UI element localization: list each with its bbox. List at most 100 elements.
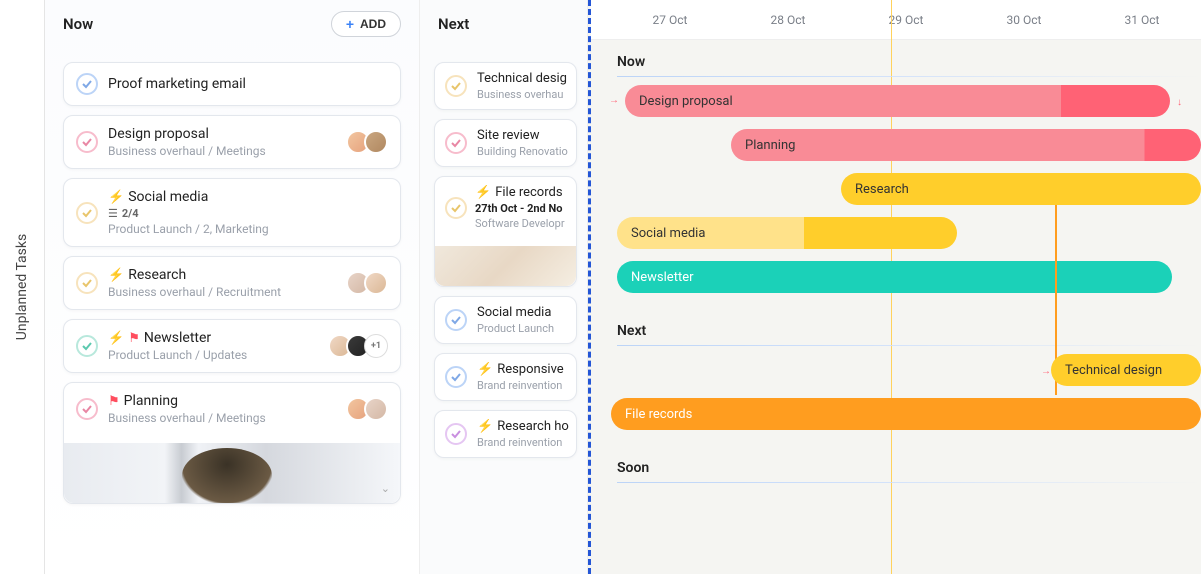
task-card[interactable]: ⚡ Social media ☰ 2/4 Product Launch / 2, M…	[63, 178, 401, 247]
task-sub: Business overhaul / Meetings	[108, 411, 342, 425]
task-title: Research ho	[497, 419, 569, 434]
bar-label: File records	[625, 407, 692, 422]
dependency-arrow-icon: ↓	[1177, 97, 1182, 108]
task-sub: Building Renovatio	[477, 145, 568, 158]
task-progress: 2/4	[122, 207, 139, 220]
task-card[interactable]: ⚡ Responsive Brand reinvention	[434, 353, 577, 401]
gantt-bar[interactable]: Design proposal↓	[625, 85, 1170, 117]
section-header: Next	[617, 323, 1201, 339]
task-sub: Product Launch / 2, Marketing	[108, 222, 388, 236]
column-now: Now + ADD Proof marketing email Design p…	[45, 0, 420, 574]
unplanned-tasks-panel[interactable]: Unplanned Tasks ›	[0, 0, 45, 574]
task-card[interactable]: Proof marketing email	[63, 62, 401, 106]
bar-label: Research	[855, 182, 909, 197]
column-next: Next Technical desig Business overhau Sit…	[420, 0, 588, 574]
date-header: 30 Oct	[965, 13, 1083, 27]
gantt-bar[interactable]: Planning	[731, 129, 1201, 161]
task-title: Site review	[477, 128, 568, 143]
bolt-icon: ⚡	[475, 185, 491, 200]
task-image	[435, 246, 576, 286]
avatar[interactable]	[364, 130, 388, 154]
task-sub: Business overhau	[477, 88, 567, 101]
gantt-bar[interactable]: Newsletter	[617, 261, 1172, 293]
task-title: Proof marketing email	[108, 76, 388, 92]
add-button-label: ADD	[360, 17, 386, 31]
task-sub: Brand reinvention	[477, 436, 569, 449]
task-card[interactable]: ⚡ File records 27th Oct - 2nd No Software D…	[434, 176, 577, 287]
task-title: File records	[495, 185, 562, 200]
task-title: Social media	[128, 189, 208, 205]
add-button[interactable]: + ADD	[331, 11, 401, 37]
avatar-group: +1	[334, 334, 388, 358]
bolt-icon: ⚡	[108, 268, 124, 283]
check-icon[interactable]	[445, 366, 467, 388]
avatar-group	[352, 130, 388, 154]
bolt-icon: ⚡	[108, 190, 124, 205]
task-sub: Business overhaul / Meetings	[108, 144, 342, 158]
task-sub: Business overhaul / Recruitment	[108, 285, 342, 299]
task-dates: 27th Oct - 2nd No	[475, 202, 566, 215]
check-icon[interactable]	[76, 202, 98, 224]
check-icon[interactable]	[76, 73, 98, 95]
avatar-group	[352, 271, 388, 295]
timeline[interactable]: 27 Oct 28 Oct 29 Oct 30 Oct 31 Oct Now →…	[588, 0, 1201, 574]
task-title: Research	[128, 267, 186, 283]
section-divider	[617, 76, 1201, 77]
timeline-header: 27 Oct 28 Oct 29 Oct 30 Oct 31 Oct	[591, 0, 1201, 40]
date-header: 31 Oct	[1083, 13, 1201, 27]
dependency-arrow-icon: →	[1041, 366, 1051, 377]
task-title: Design proposal	[108, 126, 342, 142]
flag-icon: ⚑	[108, 394, 120, 409]
gantt-bar[interactable]: Research	[841, 173, 1201, 205]
column-now-title: Now	[63, 15, 93, 33]
avatar-group	[352, 397, 388, 421]
avatar[interactable]	[364, 271, 388, 295]
avatar-more[interactable]: +1	[364, 334, 388, 358]
task-card[interactable]: Technical desig Business overhau	[434, 62, 577, 110]
chevron-down-icon[interactable]: ⌄	[381, 482, 390, 495]
bolt-icon: ⚡	[477, 362, 493, 377]
check-icon[interactable]	[76, 272, 98, 294]
gantt-bar[interactable]: →Technical design	[1051, 354, 1201, 386]
date-header: 27 Oct	[611, 13, 729, 27]
bar-label: Social media	[631, 226, 705, 241]
check-icon[interactable]	[445, 423, 467, 445]
gantt-bar[interactable]: Social media	[617, 217, 957, 249]
task-card[interactable]: ⚡⚑NewsletterProduct Launch / Updates +1	[63, 319, 401, 373]
section-header: Soon	[617, 460, 1201, 476]
task-card[interactable]: Social mediaProduct Launch	[434, 296, 577, 344]
bar-label: Technical design	[1065, 363, 1162, 378]
dependency-arrow-icon: →	[609, 95, 619, 106]
avatar[interactable]	[364, 397, 388, 421]
bolt-icon: ⚡	[477, 419, 493, 434]
section-header: Now	[617, 54, 1201, 70]
task-sub: Brand reinvention	[477, 379, 566, 392]
bar-label: Newsletter	[631, 270, 694, 285]
date-header: 29 Oct	[847, 13, 965, 27]
date-header: 28 Oct	[729, 13, 847, 27]
check-icon[interactable]	[76, 335, 98, 357]
list-icon: ☰	[108, 207, 118, 220]
check-icon[interactable]	[445, 75, 467, 97]
task-card[interactable]: ⚡ Research Business overhaul / Recruitment	[63, 256, 401, 310]
column-next-title: Next	[438, 15, 469, 33]
task-card[interactable]: Design proposal Business overhaul / Meeti…	[63, 115, 401, 169]
task-image: ⌄	[64, 443, 400, 503]
task-card[interactable]: ⚑ Planning Business overhaul / Meetings ⌄	[63, 382, 401, 504]
task-title: Planning	[124, 393, 178, 409]
gantt-bar[interactable]: File records	[611, 398, 1201, 430]
task-title: Responsive	[497, 362, 564, 377]
check-icon[interactable]	[76, 131, 98, 153]
task-card[interactable]: Site review Building Renovatio	[434, 119, 577, 167]
section-divider	[617, 482, 1201, 483]
check-icon[interactable]	[445, 197, 467, 219]
task-title: Technical desig	[477, 71, 567, 86]
task-sub: Product Launch / Updates	[108, 348, 324, 362]
task-title: Social media	[477, 305, 566, 320]
flag-icon: ⚑	[128, 331, 140, 346]
task-sub: Software Developr	[475, 217, 566, 230]
check-icon[interactable]	[445, 132, 467, 154]
check-icon[interactable]	[76, 398, 98, 420]
task-card[interactable]: ⚡ Research ho Brand reinvention	[434, 410, 577, 458]
check-icon[interactable]	[445, 309, 467, 331]
